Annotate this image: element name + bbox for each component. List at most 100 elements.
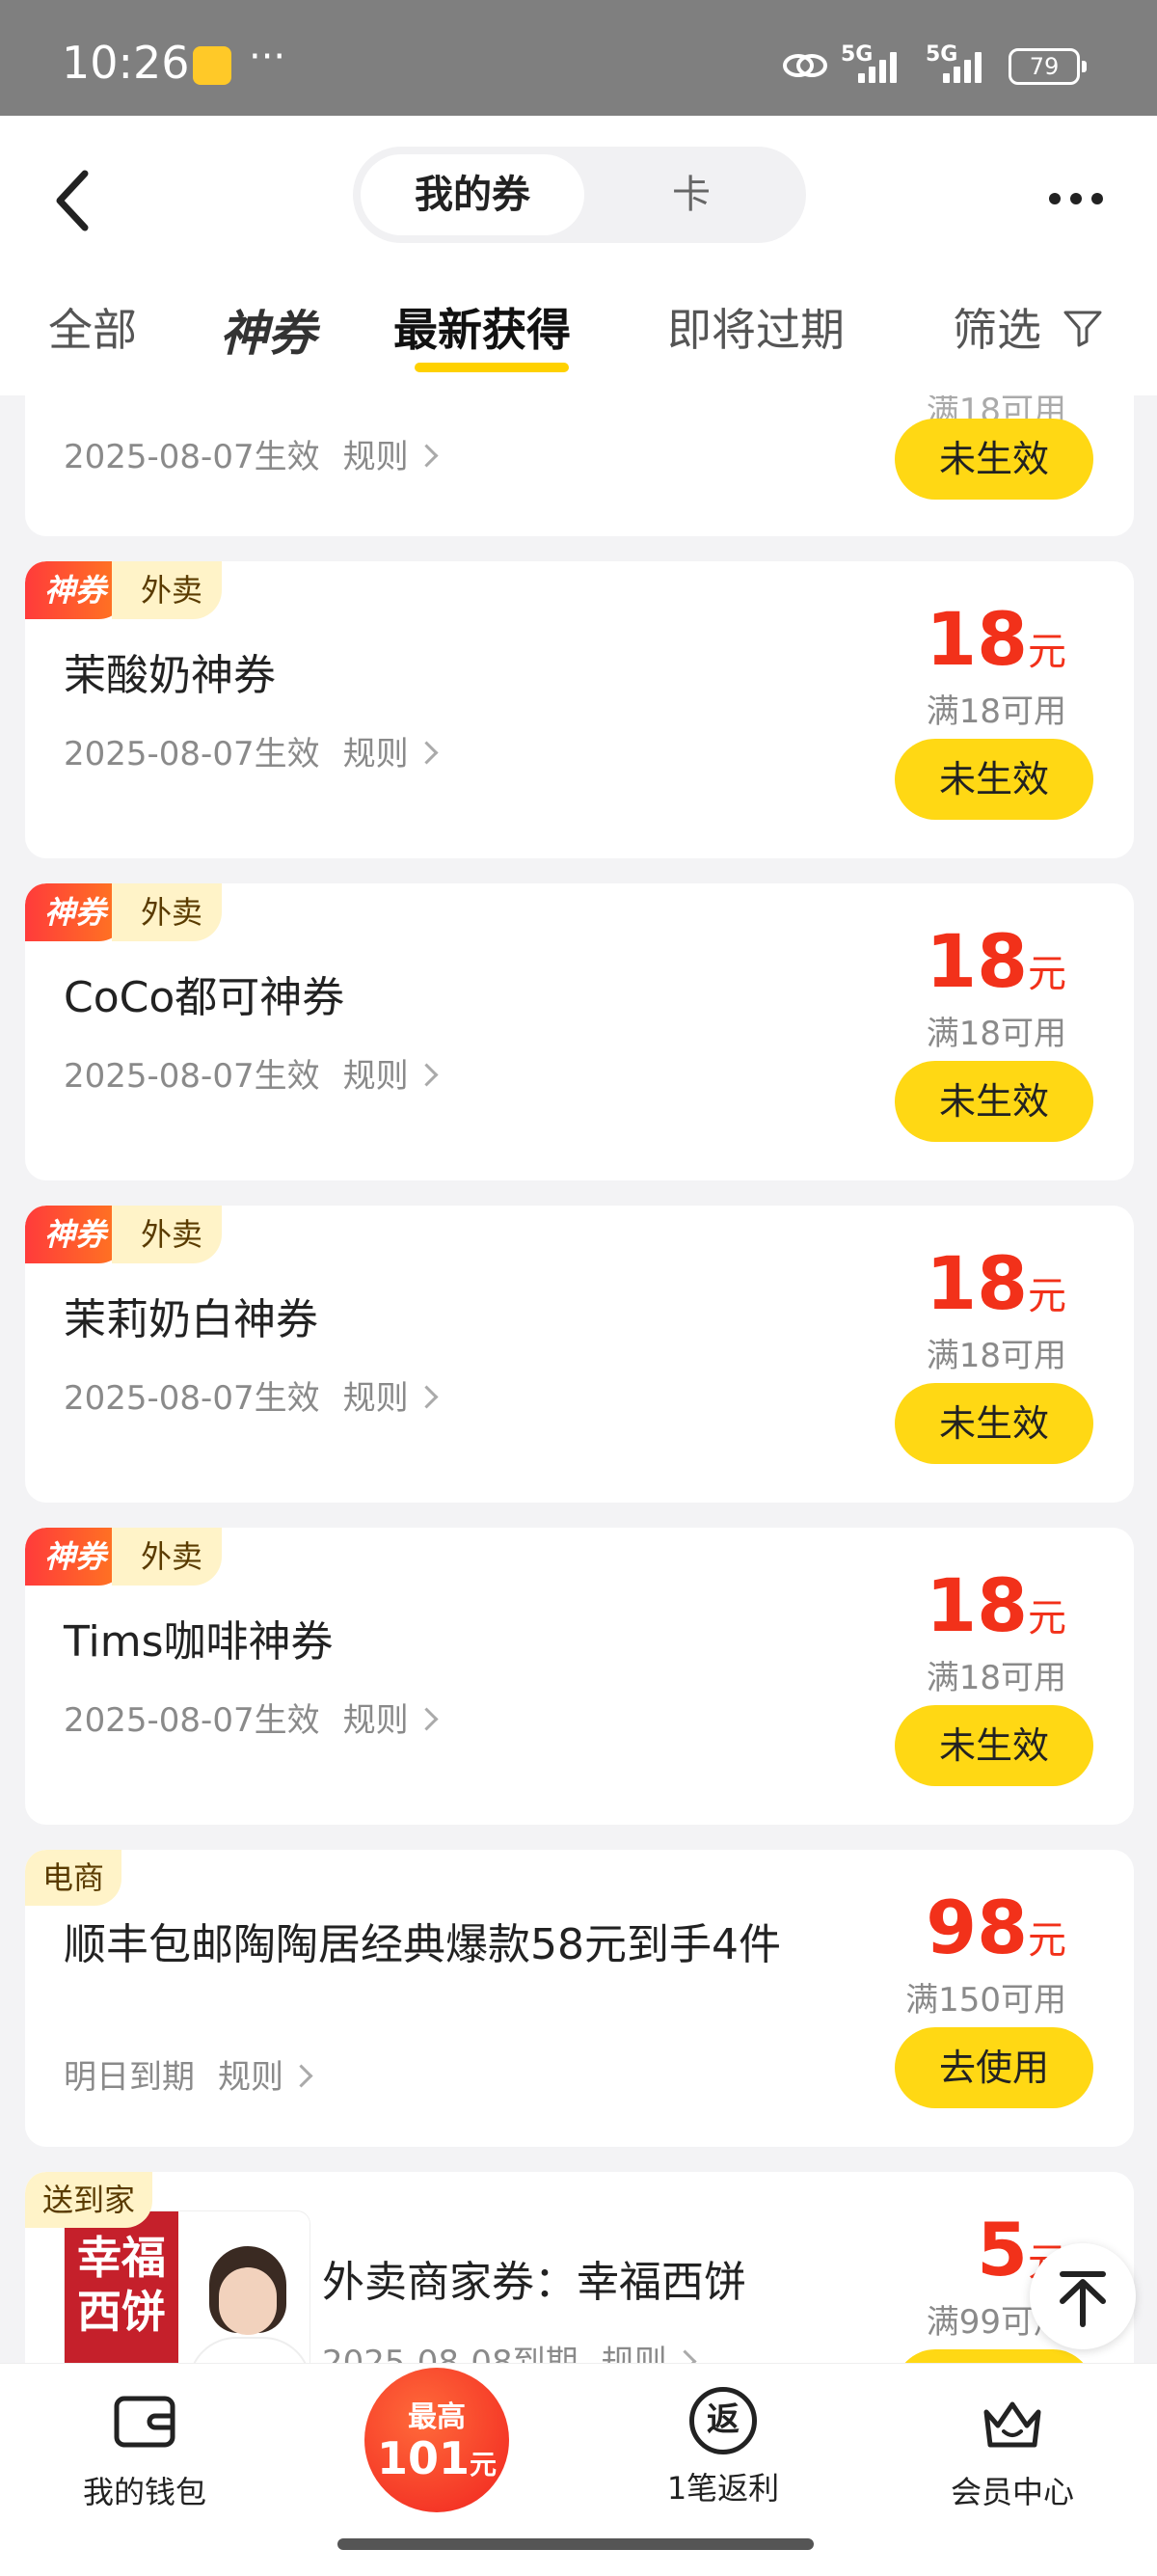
promo-badge[interactable]: 最高 101元 — [364, 2368, 509, 2512]
link-icon — [783, 54, 827, 77]
home-indicator[interactable] — [337, 2538, 814, 2550]
coupon-meta: 2025-08-07生效 规则 — [64, 727, 439, 774]
rebate-icon: 返 — [689, 2387, 757, 2454]
amount-value: 18 — [926, 596, 1028, 682]
category-badge: 外卖 — [112, 1528, 223, 1586]
coupon-date: 2025-08-07生效 — [64, 1057, 320, 1096]
back-icon[interactable] — [46, 162, 104, 239]
status-time: 10:26 — [62, 37, 190, 89]
more-icon[interactable] — [1049, 193, 1107, 212]
coupon-status-button[interactable]: 未生效 — [895, 739, 1093, 820]
coupon-card[interactable]: 电商 顺丰包邮陶陶居经典爆款58元到手4件 明日到期 规则 98元 满150可用 … — [25, 1850, 1134, 2147]
rule-link[interactable]: 规则 — [218, 2058, 283, 2097]
tab-my-coupons[interactable]: 我的券 — [361, 154, 584, 235]
filter-tabs: 全部 神券 最新获得 即将过期 筛选 — [0, 285, 1157, 395]
status-bar: 10:26 ··· 5G 5G 79 — [0, 0, 1157, 116]
coupon-condition: 满150可用 — [905, 1981, 1066, 2020]
coupon-condition: 满18可用 — [926, 1659, 1066, 1697]
wallet-icon — [114, 2396, 175, 2448]
coupon-condition: 满18可用 — [926, 692, 1066, 731]
nav-member-center[interactable]: 会员中心 — [906, 2387, 1118, 2512]
back-to-top-button[interactable] — [1030, 2243, 1136, 2349]
segment-control: 我的券 卡 — [353, 147, 806, 243]
coupon-meta: 2025-08-07生效 规则 — [64, 430, 439, 477]
coupon-title: 茉莉奶白神券 — [64, 1295, 318, 1344]
tab-god-coupon[interactable]: 神券 — [220, 295, 316, 365]
coupon-card[interactable]: 神券 外卖 Tims咖啡神券 2025-08-07生效 规则 18元 满18可用 未… — [25, 1528, 1134, 1825]
portrait-face — [219, 2267, 277, 2335]
rule-link[interactable]: 规则 — [343, 1379, 409, 1418]
promo-amount-value: 101 — [376, 2432, 470, 2484]
coupon-status-button[interactable] — [895, 2349, 1093, 2363]
coupon-list: 满18可用 2025-08-07生效 规则 未生效 神券 外卖 茉酸奶神券 2025… — [0, 395, 1157, 2363]
coupon-condition: 满18可用 — [926, 1337, 1066, 1375]
crown-basket-icon — [983, 2401, 1041, 2448]
coupon-amount: 18元 — [926, 1240, 1066, 1326]
promo-unit: 元 — [470, 2449, 498, 2481]
coupon-status-button[interactable]: 未生效 — [895, 1383, 1093, 1464]
nav-wallet[interactable]: 我的钱包 — [39, 2387, 251, 2512]
coupon-title: 顺丰包邮陶陶居经典爆款58元到手4件 — [64, 1920, 781, 1969]
portrait-body — [188, 2337, 309, 2363]
tab-cards[interactable]: 卡 — [584, 154, 798, 235]
coupon-status-button[interactable]: 未生效 — [895, 1705, 1093, 1786]
tab-latest[interactable]: 最新获得 — [393, 295, 571, 359]
nav-wallet-label: 我的钱包 — [82, 2474, 206, 2510]
amount-unit: 元 — [1028, 952, 1066, 996]
nav-member-label: 会员中心 — [950, 2474, 1074, 2510]
coupon-title: 外卖商家券：幸福西饼 — [322, 2258, 746, 2307]
chevron-right-icon — [289, 2064, 313, 2088]
rule-link[interactable]: 规则 — [343, 438, 409, 476]
chevron-right-icon — [673, 2349, 697, 2363]
active-tab-indicator — [415, 363, 569, 372]
coupon-card[interactable]: 幸福西饼 送到家 外卖商家券：幸福西饼 2025-08-08到期规则 5元 满9… — [25, 2172, 1134, 2363]
coupon-condition: 满18可用 — [926, 1015, 1066, 1053]
chevron-right-icon — [415, 1063, 439, 1087]
coupon-meta: 2025-08-07生效 规则 — [64, 1371, 439, 1419]
rule-link[interactable]: 规则 — [343, 735, 409, 773]
coupon-date: 2025-08-07生效 — [64, 438, 320, 476]
coupon-status-button[interactable]: 未生效 — [895, 419, 1093, 500]
coupon-amount: 18元 — [926, 1562, 1066, 1648]
nav-rebate[interactable]: 返 1笔返利 — [617, 2387, 829, 2508]
amount-value: 18 — [926, 918, 1028, 1004]
tab-all[interactable]: 全部 — [48, 295, 137, 359]
amount-unit: 元 — [1028, 1918, 1066, 1963]
tab-filter[interactable]: 筛选 — [953, 295, 1104, 359]
coupon-meta: 2025-08-07生效 规则 — [64, 1049, 439, 1097]
rule-link[interactable]: 规则 — [343, 1057, 409, 1096]
coupon-amount: 18元 — [926, 596, 1066, 682]
page-header: 我的券 卡 全部 神券 最新获得 即将过期 筛选 — [0, 116, 1157, 395]
amount-value: 18 — [926, 1562, 1028, 1648]
chevron-right-icon — [415, 444, 439, 468]
amount-value: 5 — [977, 2207, 1028, 2292]
merchant-logo: 幸福西饼 — [65, 2211, 178, 2363]
coupon-title: Tims咖啡神券 — [64, 1617, 334, 1667]
coupon-title: 茉酸奶神券 — [64, 651, 276, 700]
coupon-date: 2025-08-08到期 — [322, 2344, 578, 2363]
promo-amount: 101元 — [364, 2435, 509, 2488]
coupon-amount: 98元 — [926, 1885, 1066, 1970]
coupon-date: 2025-08-07生效 — [64, 1379, 320, 1418]
coupon-title: CoCo都可神券 — [64, 973, 345, 1022]
rule-link[interactable]: 规则 — [602, 2344, 667, 2363]
category-badge: 外卖 — [112, 1206, 223, 1263]
battery-icon: 79 — [1009, 48, 1087, 85]
amount-unit: 元 — [1028, 630, 1066, 674]
rule-link[interactable]: 规则 — [343, 1701, 409, 1740]
coupon-card[interactable]: 满18可用 2025-08-07生效 规则 未生效 — [25, 395, 1134, 536]
signal-icon-2 — [943, 50, 989, 83]
arrow-up-icon — [1060, 2271, 1106, 2327]
coupon-card[interactable]: 神券 外卖 CoCo都可神券 2025-08-07生效 规则 18元 满18可用 未… — [25, 883, 1134, 1180]
coupon-amount: 18元 — [926, 918, 1066, 1004]
tab-expiring[interactable]: 即将过期 — [667, 295, 845, 359]
coupon-card[interactable]: 神券 外卖 茉莉奶白神券 2025-08-07生效 规则 18元 满18可用 未生效 — [25, 1206, 1134, 1503]
filter-icon — [1063, 311, 1102, 347]
nav-rebate-label: 1笔返利 — [666, 2470, 780, 2507]
coupon-status-button[interactable]: 未生效 — [895, 1061, 1093, 1142]
amount-value: 98 — [926, 1885, 1028, 1970]
use-coupon-button[interactable]: 去使用 — [895, 2027, 1093, 2108]
coupon-meta: 明日到期 规则 — [64, 2050, 313, 2098]
category-badge: 外卖 — [112, 561, 223, 619]
coupon-card[interactable]: 神券 外卖 茉酸奶神券 2025-08-07生效 规则 18元 满18可用 未生效 — [25, 561, 1134, 858]
